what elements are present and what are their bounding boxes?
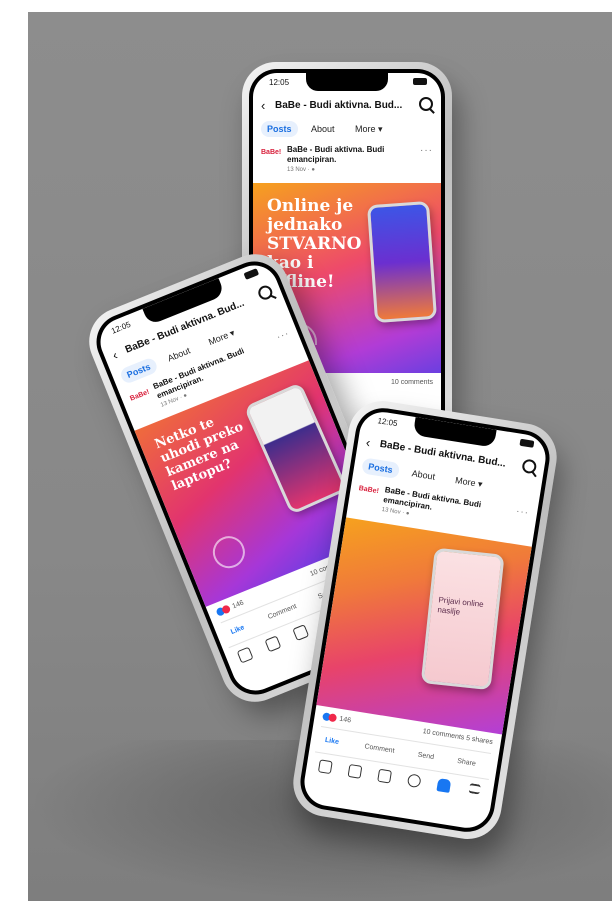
search-icon[interactable] xyxy=(419,97,433,111)
status-time: 12:05 xyxy=(269,78,290,87)
brand-logo: BaBe! xyxy=(261,149,282,156)
status-time: 12:05 xyxy=(110,319,132,336)
video-icon[interactable] xyxy=(347,763,363,779)
search-icon[interactable] xyxy=(521,458,538,475)
brand-logo: BaBe! xyxy=(358,485,380,496)
wifi-icon xyxy=(208,531,250,574)
post-author[interactable]: BaBe - Budi aktivna. Budi emancipiran. xyxy=(287,145,415,165)
send-button[interactable]: Send xyxy=(417,752,434,761)
mini-phone-graphic: Prijavi online nasilje xyxy=(420,547,505,691)
battery-icon xyxy=(519,438,535,448)
brand-logo: BaBe! xyxy=(129,388,151,403)
more-dots-icon[interactable]: ··· xyxy=(275,328,291,343)
share-button[interactable]: Share xyxy=(457,758,477,768)
reaction-count: 146 xyxy=(231,599,245,611)
page-header: ‹ BaBe - Budi aktivna. Bud... xyxy=(253,95,441,117)
comments-count[interactable]: 10 comments xyxy=(391,379,433,386)
mini-phone-graphic xyxy=(366,200,438,324)
love-reaction-icon xyxy=(327,713,338,723)
tab-more[interactable]: More ▾ xyxy=(349,121,389,138)
shares-count[interactable]: 5 shares xyxy=(466,735,494,746)
bell-icon[interactable] xyxy=(436,778,452,793)
tab-posts[interactable]: Posts xyxy=(261,121,298,137)
mini-phone-text: Prijavi online nasilje xyxy=(436,595,485,617)
battery-icon xyxy=(243,268,260,280)
tab-about[interactable]: About xyxy=(305,121,341,137)
chevron-left-icon[interactable]: ‹ xyxy=(365,435,372,450)
tab-posts[interactable]: Posts xyxy=(361,457,400,479)
post-creative[interactable]: Prijavi online nasilje xyxy=(316,517,532,735)
status-time: 12:05 xyxy=(376,416,399,429)
comment-button[interactable]: Comment xyxy=(364,743,395,755)
reaction-summary: 146 xyxy=(322,712,352,724)
video-icon[interactable] xyxy=(264,635,282,653)
marketplace-icon[interactable] xyxy=(377,768,393,784)
page-tabs: Posts About More ▾ xyxy=(261,121,433,139)
tab-about[interactable]: About xyxy=(405,464,443,485)
comments-count[interactable]: 10 comments xyxy=(422,728,465,741)
page-title: BaBe - Budi aktivna. Bud... xyxy=(275,100,403,111)
battery-icon xyxy=(413,78,427,85)
chevron-left-icon[interactable]: ‹ xyxy=(110,347,120,363)
post-meta: 13 Nov · ● xyxy=(287,167,315,173)
tab-more[interactable]: More ▾ xyxy=(448,471,490,494)
search-icon[interactable] xyxy=(256,283,275,302)
post-header: BaBe! BaBe - Budi aktivna. Budi emancipi… xyxy=(261,145,433,179)
menu-icon[interactable] xyxy=(468,783,481,795)
like-button[interactable]: Like xyxy=(324,737,339,746)
more-dots-icon[interactable]: ··· xyxy=(515,506,530,519)
mockup-scene: 12:05 ‹ BaBe - Budi aktivna. Bud... Post… xyxy=(0,0,612,901)
notch xyxy=(306,73,388,91)
comment-button[interactable]: Comment xyxy=(267,603,298,621)
like-button[interactable]: Like xyxy=(230,624,246,636)
marketplace-icon[interactable] xyxy=(292,624,310,642)
chevron-left-icon[interactable]: ‹ xyxy=(261,98,265,113)
more-dots-icon[interactable]: ··· xyxy=(420,145,433,156)
profile-icon[interactable] xyxy=(406,773,422,789)
home-icon[interactable] xyxy=(236,646,254,664)
creative-headline: Netko te uhodi preko kamere na laptopu? xyxy=(152,414,246,495)
reaction-count: 146 xyxy=(338,715,352,725)
mini-phone-graphic xyxy=(243,382,349,516)
home-icon[interactable] xyxy=(317,759,333,775)
